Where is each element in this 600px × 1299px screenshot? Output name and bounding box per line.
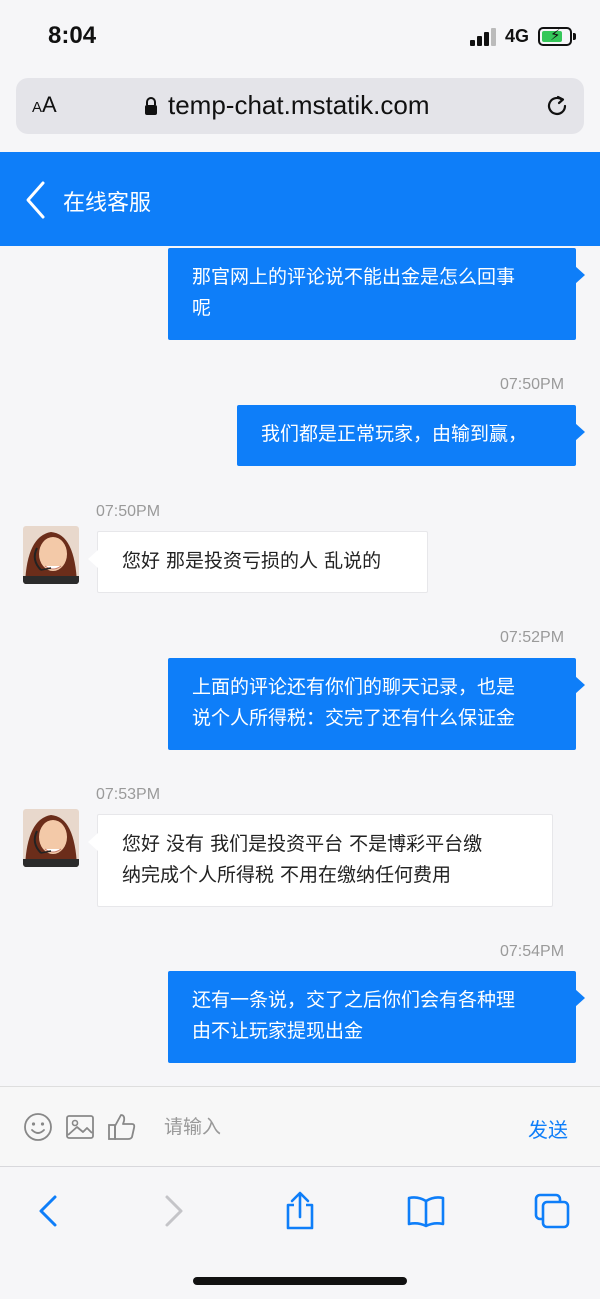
outgoing-message: 上面的评论还有你们的聊天记录，也是 说个人所得税：交完了还有什么保证金 [168,658,585,750]
back-chevron-icon[interactable] [24,180,46,220]
outgoing-message: 那官网上的评论说不能出金是怎么回事 呢 [168,248,585,340]
message-line: 上面的评论还有你们的聊天记录，也是 [192,676,516,698]
status-time: 8:04 [48,22,97,49]
message-line: 纳完成个人所得税 不用在缴纳任何费用 [122,864,452,886]
message-timestamp: 07:50PM [500,376,565,393]
message-line: 由不让玩家提现出金 [192,1020,364,1042]
reload-icon[interactable] [544,93,570,119]
message-timestamp: 07:50PM [96,503,161,520]
home-indicator [193,1277,407,1285]
message-line: 您好 没有 我们是投资平台 不是博彩平台缴 [122,833,483,855]
message-line: 说个人所得税：交完了还有什么保证金 [192,707,516,729]
message-line: 我们都是正常玩家，由输到赢， [261,423,528,445]
message-line: 呢 [192,297,212,319]
message-timestamp: 07:54PM [500,943,565,960]
status-bar: 8:04 4G ⚡ [0,0,600,72]
message-list[interactable]: 那官网上的评论说不能出金是怎么回事 呢 07:50PM 我们都是正常玩家，由输到… [0,246,600,1086]
incoming-message: 您好 没有 我们是投资平台 不是博彩平台缴 纳完成个人所得税 不用在缴纳任何费用 [88,814,553,907]
address-bar[interactable]: AA temp-chat.mstatik.com [16,78,584,134]
battery-icon: ⚡ [538,26,576,46]
input-bar: 发送 [0,1086,600,1166]
header-title: 在线客服 [63,191,152,216]
outgoing-message: 还有一条说，交了之后你们会有各种理 由不让玩家提现出金 [168,971,585,1063]
message-line: 您好 那是投资亏损的人 乱说的 [122,550,382,572]
back-icon[interactable] [28,1191,68,1231]
chat-header: 在线客服 [0,152,600,246]
message-line: 还有一条说，交了之后你们会有各种理 [192,989,516,1011]
tabs-icon[interactable] [532,1191,572,1231]
text-size-button[interactable]: AA [32,92,57,118]
outgoing-message: 我们都是正常玩家，由输到赢， [237,405,585,466]
share-icon[interactable] [280,1191,320,1231]
thumbs-up-icon[interactable] [106,1111,138,1143]
image-icon[interactable] [64,1111,96,1143]
message-input[interactable] [150,1099,510,1155]
signal-icon [470,28,496,46]
agent-avatar [23,526,79,584]
network-type: 4G [505,26,530,46]
send-button[interactable]: 发送 [528,1114,568,1143]
forward-icon[interactable] [154,1191,194,1231]
emoji-icon[interactable] [22,1111,54,1143]
incoming-message: 您好 那是投资亏损的人 乱说的 [88,531,428,593]
agent-avatar [23,809,79,867]
bookmarks-icon[interactable] [406,1191,446,1231]
message-timestamp: 07:52PM [500,629,565,646]
lock-icon [145,97,157,115]
message-line: 那官网上的评论说不能出金是怎么回事 [192,266,516,288]
message-timestamp: 07:53PM [96,786,161,803]
url-text[interactable]: temp-chat.mstatik.com [168,90,430,121]
